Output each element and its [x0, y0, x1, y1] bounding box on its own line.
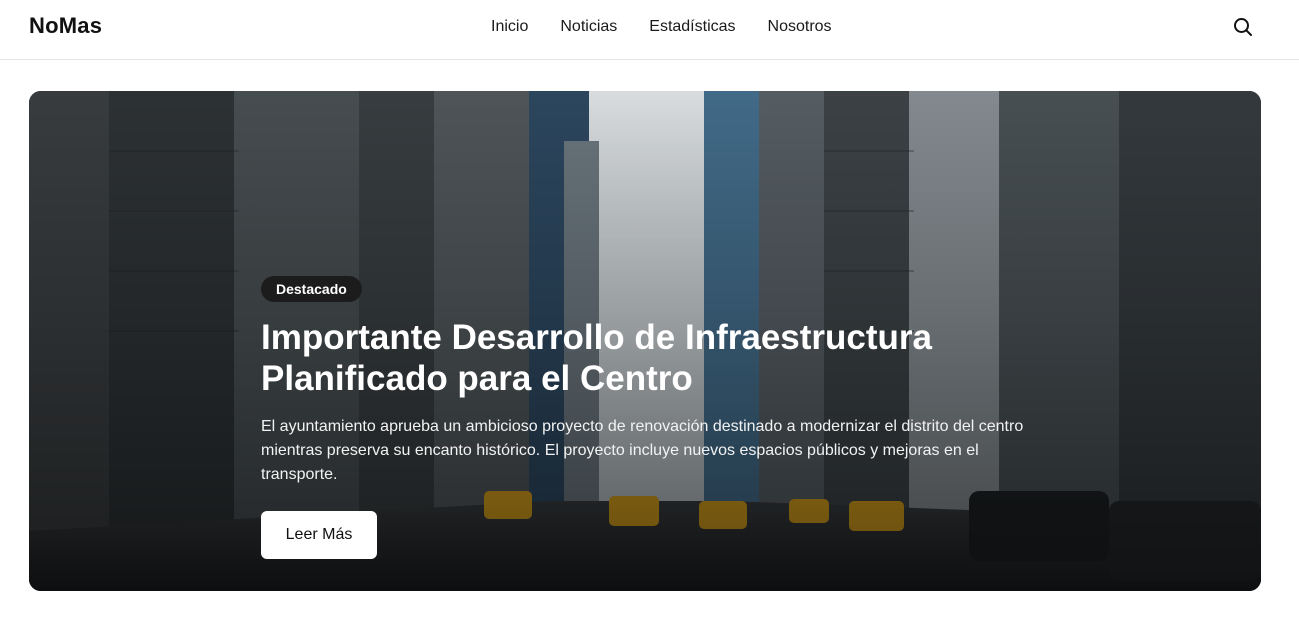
site-header: NoMas Inicio Noticias Estadísticas Nosot…: [0, 0, 1299, 60]
brand-logo[interactable]: NoMas: [29, 13, 102, 39]
read-more-button[interactable]: Leer Más: [261, 511, 377, 559]
hero-title: Importante Desarrollo de Infraestructura…: [261, 318, 932, 398]
nav-item-inicio[interactable]: Inicio: [491, 17, 528, 37]
nav-item-nosotros[interactable]: Nosotros: [768, 17, 832, 37]
main-nav: Inicio Noticias Estadísticas Nosotros: [491, 17, 864, 37]
featured-hero: Destacado Importante Desarrollo de Infra…: [29, 91, 1261, 591]
featured-badge: Destacado: [261, 276, 362, 302]
nav-item-estadisticas[interactable]: Estadísticas: [649, 17, 735, 37]
search-icon[interactable]: [1232, 16, 1254, 38]
hero-description: El ayuntamiento aprueba un ambicioso pro…: [261, 418, 1024, 483]
nav-item-noticias[interactable]: Noticias: [560, 17, 617, 37]
